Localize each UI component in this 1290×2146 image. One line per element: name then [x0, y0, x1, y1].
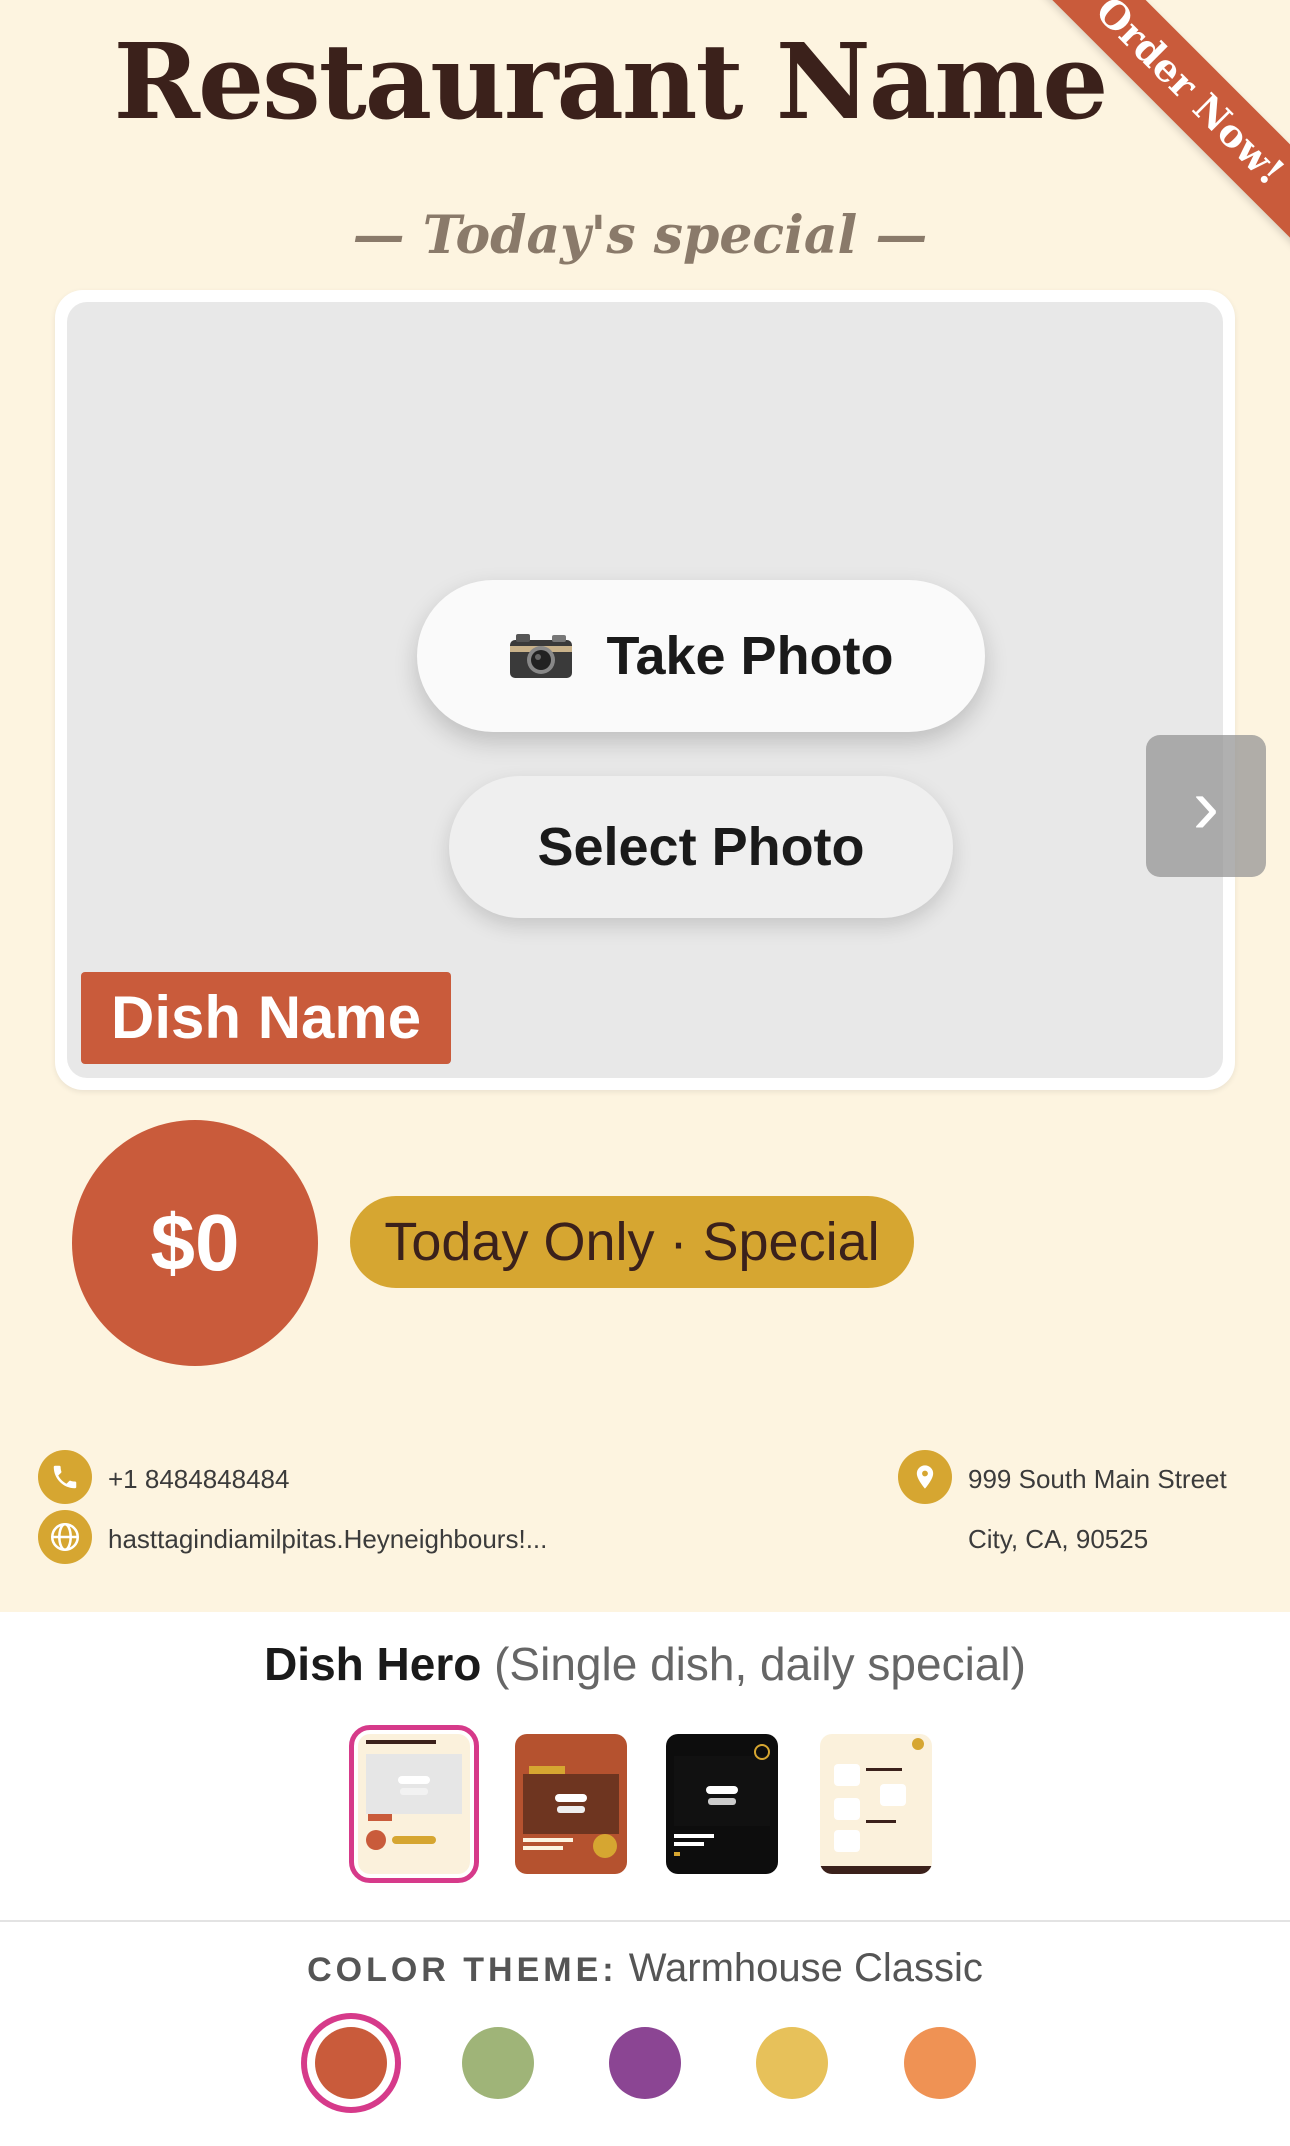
photo-placeholder[interactable]: Take Photo Select Photo — [67, 302, 1223, 1078]
todays-special-subtitle: — Today's special — — [352, 205, 928, 266]
dish-name-label[interactable]: Dish Name — [81, 972, 452, 1064]
address-line-2[interactable]: City, CA, 90525 — [968, 1524, 1148, 1555]
template-name: Dish Hero — [264, 1638, 482, 1690]
select-photo-button[interactable]: Select Photo — [449, 776, 953, 918]
next-arrow-button[interactable]: › — [1146, 735, 1266, 877]
color-theme-heading: COLOR THEME: Warmhouse Classic — [0, 1946, 1290, 1991]
restaurant-name[interactable]: Restaurant Name — [0, 20, 1220, 143]
theme-swatch-green[interactable] — [462, 2027, 534, 2099]
chevron-right-icon: › — [1192, 761, 1220, 850]
select-photo-label: Select Photo — [537, 817, 865, 877]
today-only-badge[interactable]: Today Only · Special — [350, 1196, 914, 1288]
template-thumb-dish-hero[interactable] — [349, 1725, 479, 1883]
template-thumb-weekend-special[interactable] — [515, 1734, 627, 1874]
phone-icon — [38, 1450, 92, 1504]
section-divider — [0, 1920, 1290, 1922]
theme-swatch-yellow[interactable] — [756, 2027, 828, 2099]
location-pin-icon — [898, 1450, 952, 1504]
take-photo-button[interactable]: Take Photo — [417, 580, 985, 732]
phone-number[interactable]: +1 8484848484 — [108, 1464, 289, 1495]
camera-icon — [510, 634, 573, 678]
color-theme-label: COLOR THEME: — [307, 1951, 618, 1989]
template-thumb-menu-list[interactable] — [820, 1734, 932, 1874]
theme-swatch-warmhouse[interactable] — [315, 2027, 387, 2099]
color-theme-name: Warmhouse Classic — [628, 1946, 983, 1990]
template-heading: Dish Hero (Single dish, daily special) — [0, 1637, 1290, 1691]
template-thumb-dark-platter[interactable] — [666, 1734, 778, 1874]
website-url[interactable]: hasttagindiamilpitas.Heyneighbours!... — [108, 1524, 547, 1555]
theme-swatch-orange[interactable] — [904, 2027, 976, 2099]
template-description: (Single dish, daily special) — [494, 1638, 1026, 1690]
take-photo-label: Take Photo — [606, 626, 894, 686]
address-line-1[interactable]: 999 South Main Street — [968, 1464, 1227, 1495]
photo-frame: Take Photo Select Photo — [55, 290, 1235, 1090]
flyer-preview: Restaurant Name Order Now! — Today's spe… — [0, 0, 1290, 1612]
theme-swatch-purple[interactable] — [609, 2027, 681, 2099]
price-circle[interactable]: $0 — [72, 1120, 318, 1366]
globe-icon — [38, 1510, 92, 1564]
